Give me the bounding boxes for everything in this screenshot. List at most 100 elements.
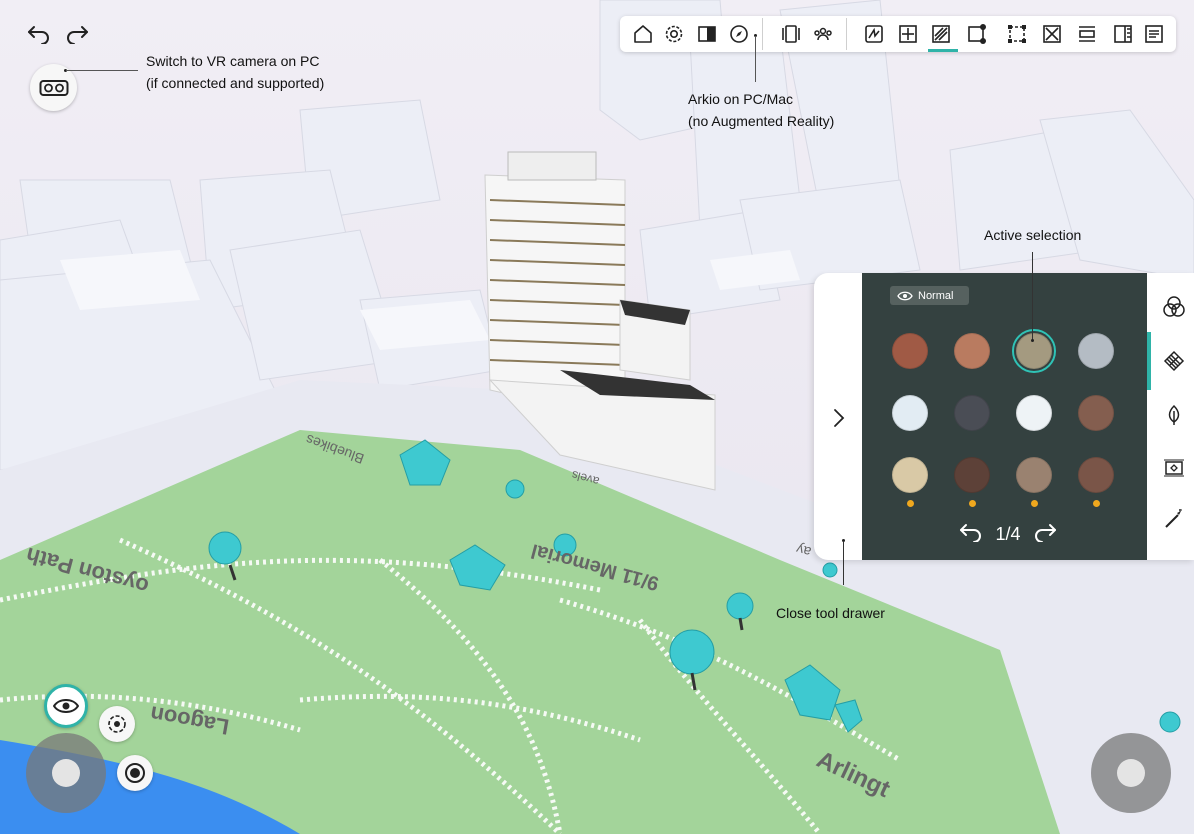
delete-box-icon [1043, 25, 1061, 43]
vr-headset-icon [39, 79, 68, 96]
gear-icon [665, 25, 683, 43]
move-joystick-knob[interactable] [52, 759, 80, 787]
palette-pager: 1/4 [958, 520, 1058, 548]
leaf-icon [1168, 404, 1180, 425]
tablet-view-button[interactable] [777, 20, 805, 48]
undo-arrow-icon [28, 26, 49, 44]
notes-button[interactable] [1140, 20, 1168, 48]
transform-icon [1008, 25, 1026, 43]
next-page-button[interactable] [1032, 522, 1058, 547]
main-toolbar [620, 16, 1176, 52]
material-swatch[interactable] [1016, 457, 1052, 493]
active-side-tab-indicator [1147, 332, 1151, 390]
active-selection-anchor [1031, 339, 1034, 342]
look-joystick[interactable] [1091, 733, 1171, 813]
settings-button[interactable] [660, 20, 688, 48]
resize-tool-button[interactable] [963, 20, 991, 48]
orbit-camera-button[interactable] [99, 706, 135, 742]
redo-arrow-icon [67, 26, 88, 44]
record-button[interactable] [117, 755, 153, 791]
look-joystick-knob[interactable] [1117, 759, 1145, 787]
toolbar-separator [762, 18, 763, 50]
align-icon [1079, 26, 1095, 42]
add-box-button[interactable] [894, 20, 922, 48]
side-tab-color-mix[interactable] [1160, 293, 1188, 321]
compass-icon [730, 25, 748, 43]
close-drawer-annotation: Close tool drawer [776, 605, 885, 621]
selected-swatch-ring [1012, 329, 1056, 373]
align-tool-button[interactable] [1073, 20, 1101, 48]
page-indicator: 1/4 [995, 523, 1021, 544]
chevron-right-icon [834, 409, 845, 427]
platform-annotation-line1: Arkio on PC/Mac [688, 91, 794, 107]
resize-icon [968, 24, 986, 44]
color-mix-icon [1163, 296, 1185, 317]
side-tab-magic[interactable] [1160, 505, 1188, 533]
swatch-badge-dot [1030, 500, 1038, 507]
close-drawer-leader [843, 541, 844, 585]
split-view-button[interactable] [693, 20, 721, 48]
side-tab-texture[interactable] [1160, 347, 1188, 375]
texture-pattern-icon [1163, 350, 1185, 372]
redo-arrow-icon [1035, 523, 1056, 543]
eye-settings-icon [897, 291, 913, 300]
redo-button[interactable] [62, 20, 92, 48]
home-icon [634, 25, 652, 43]
platform-note-leader [755, 36, 756, 82]
vr-camera-annotation-line2: (if connected and supported) [146, 75, 325, 91]
add-box-icon [899, 25, 917, 43]
close-drawer-button[interactable] [828, 400, 850, 436]
move-joystick[interactable] [26, 733, 106, 813]
material-swatch[interactable] [1078, 395, 1114, 431]
platform-annotation-line2: (no Augmented Reality) [688, 113, 835, 129]
view-mode-button[interactable] [44, 684, 88, 728]
material-swatch[interactable] [892, 457, 928, 493]
draw-tool-button[interactable] [860, 20, 888, 48]
undo-arrow-icon [960, 523, 981, 543]
home-button[interactable] [629, 20, 657, 48]
active-selection-annotation: Active selection [984, 227, 1082, 243]
measure-icon [1114, 25, 1132, 43]
material-tool-button[interactable] [927, 20, 955, 48]
tablet-icon [782, 25, 800, 43]
swatch-badge-dot [968, 500, 976, 507]
material-swatch[interactable] [1078, 333, 1114, 369]
vr-camera-button[interactable] [30, 64, 77, 111]
material-swatch[interactable] [1078, 457, 1114, 493]
eye-icon [53, 699, 79, 713]
vr-camera-annotation-line1: Switch to VR camera on PC [146, 53, 320, 69]
swatch-badge-dot [906, 500, 914, 507]
users-icon [814, 27, 832, 41]
material-swatch[interactable] [954, 457, 990, 493]
split-view-icon [698, 26, 716, 42]
view-mode-badge[interactable]: Normal [890, 286, 969, 305]
material-swatch[interactable] [892, 395, 928, 431]
active-selection-leader [1032, 252, 1033, 340]
material-swatch[interactable] [1016, 395, 1052, 431]
side-tab-nature[interactable] [1160, 401, 1188, 429]
material-swatch[interactable] [954, 333, 990, 369]
users-button[interactable] [809, 20, 837, 48]
notes-icon [1145, 25, 1163, 43]
platform-annotation: Arkio on PC/Mac (no Augmented Reality) [688, 88, 834, 132]
undo-button[interactable] [24, 20, 54, 48]
previous-page-button[interactable] [958, 522, 984, 547]
compass-button[interactable] [725, 20, 753, 48]
image-frame-icon [1164, 459, 1184, 477]
measure-tool-button[interactable] [1109, 20, 1137, 48]
side-tab-image[interactable] [1160, 454, 1188, 482]
vr-note-leader [66, 70, 138, 71]
vr-camera-annotation: Switch to VR camera on PC (if connected … [146, 50, 324, 94]
toolbar-separator [846, 18, 847, 50]
magic-wand-icon [1165, 509, 1182, 528]
transform-tool-button[interactable] [1003, 20, 1031, 48]
orbit-rotate-icon [108, 715, 126, 733]
material-swatch[interactable] [954, 395, 990, 431]
delete-box-button[interactable] [1038, 20, 1066, 48]
swatch-badge-dot [1092, 500, 1100, 507]
app-viewport[interactable]: Bluebikes oyston Path 9/11 Memorial Lago… [0, 0, 1194, 834]
active-tool-indicator [928, 49, 958, 52]
material-icon [932, 25, 950, 43]
record-target-icon [125, 763, 145, 783]
material-swatch[interactable] [892, 333, 928, 369]
